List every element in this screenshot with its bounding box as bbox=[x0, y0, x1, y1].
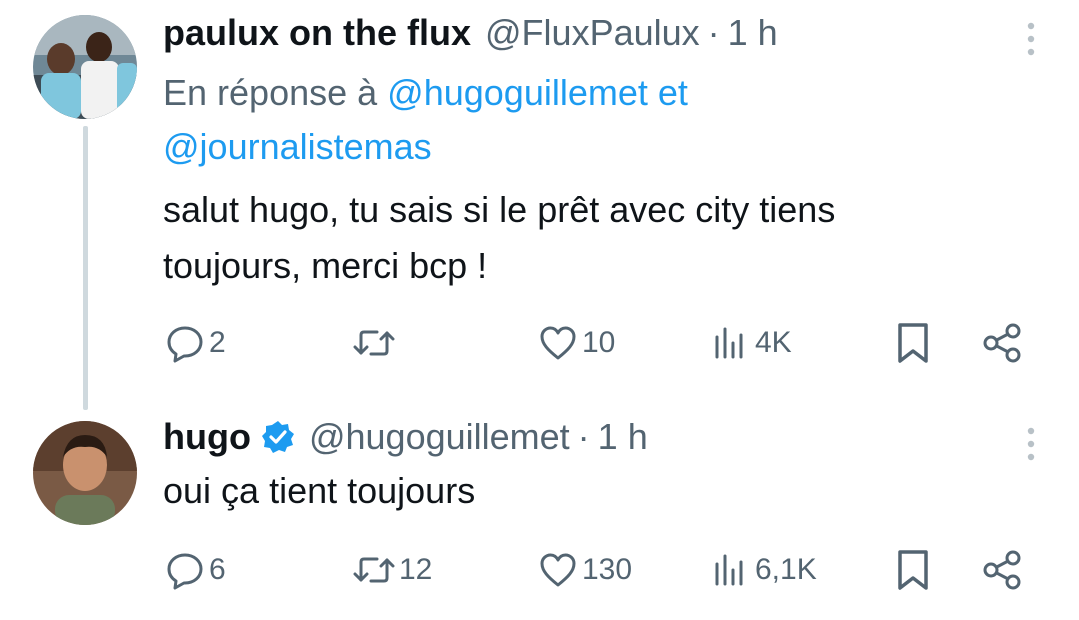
mention-link[interactable]: @hugoguillemet bbox=[387, 72, 648, 113]
reply-joiner[interactable]: et bbox=[658, 72, 688, 113]
tweet-hugo[interactable]: hugo @hugoguillemet · 1 h oui ça tient t… bbox=[0, 405, 1079, 620]
reply-button[interactable]: 6 bbox=[165, 545, 226, 595]
mention-link[interactable]: @journalistemas bbox=[163, 126, 432, 167]
reply-button[interactable]: 2 bbox=[165, 318, 226, 368]
tweet-text-line: oui ça tient toujours bbox=[163, 470, 476, 511]
timestamp[interactable]: 1 h bbox=[728, 11, 778, 55]
timestamp[interactable]: 1 h bbox=[598, 415, 648, 459]
vertical-ellipsis-icon[interactable] bbox=[1027, 22, 1035, 56]
avatar-photo-icon bbox=[33, 421, 137, 525]
action-bar: 2 10 4K bbox=[163, 318, 1033, 368]
avatar[interactable] bbox=[33, 15, 137, 119]
like-count: 10 bbox=[582, 326, 616, 359]
speech-bubble-icon bbox=[167, 326, 203, 363]
reply-prefix: En réponse à bbox=[163, 72, 378, 113]
bookmark-button[interactable] bbox=[893, 318, 933, 368]
avatar-photo-icon bbox=[33, 15, 137, 119]
share-button[interactable] bbox=[981, 545, 1023, 595]
retweet-button[interactable]: 12 bbox=[353, 545, 432, 595]
speech-bubble-icon bbox=[167, 553, 203, 590]
tweet-paulux[interactable]: paulux on the flux @FluxPaulux · 1 h En … bbox=[0, 0, 1079, 410]
vertical-ellipsis-icon[interactable] bbox=[1027, 427, 1035, 461]
retweet-arrows-icon bbox=[353, 557, 395, 583]
share-nodes-icon bbox=[983, 550, 1021, 590]
retweet-count: 12 bbox=[399, 553, 433, 586]
bookmark-icon bbox=[898, 550, 928, 590]
like-count: 130 bbox=[582, 553, 633, 586]
share-nodes-icon bbox=[983, 323, 1021, 363]
display-name[interactable]: hugo bbox=[163, 415, 251, 459]
views-button[interactable]: 4K bbox=[711, 318, 792, 368]
views-count: 6,1K bbox=[755, 553, 817, 586]
views-button[interactable]: 6,1K bbox=[711, 545, 817, 595]
like-button[interactable]: 10 bbox=[538, 318, 615, 368]
thread-line bbox=[83, 126, 88, 410]
user-handle[interactable]: @FluxPaulux bbox=[485, 11, 700, 55]
display-name[interactable]: paulux on the flux bbox=[163, 11, 471, 55]
retweet-button[interactable] bbox=[353, 318, 399, 368]
separator-dot: · bbox=[707, 12, 720, 53]
user-handle[interactable]: @hugoguillemet bbox=[309, 415, 570, 459]
heart-icon bbox=[540, 553, 576, 587]
heart-icon bbox=[540, 326, 576, 360]
bar-chart-icon bbox=[715, 327, 743, 359]
tweet-text-line: toujours, merci bcp ! bbox=[163, 245, 488, 286]
action-bar: 6 12 130 6,1K bbox=[163, 545, 1033, 595]
separator-dot: · bbox=[577, 416, 590, 457]
tweet-text-line: salut hugo, tu sais si le prêt avec city… bbox=[163, 189, 836, 230]
tweet-header: paulux on the flux @FluxPaulux · 1 h bbox=[163, 11, 778, 55]
share-button[interactable] bbox=[981, 318, 1023, 368]
tweet-text: salut hugo, tu sais si le prêt avec city… bbox=[163, 182, 1023, 294]
like-button[interactable]: 130 bbox=[538, 545, 632, 595]
tweet-header: hugo @hugoguillemet · 1 h bbox=[163, 415, 648, 459]
reply-count: 6 bbox=[209, 553, 226, 586]
bookmark-button[interactable] bbox=[893, 545, 933, 595]
retweet-arrows-icon bbox=[353, 330, 395, 356]
reply-context: En réponse à @hugoguillemet et @journali… bbox=[163, 66, 863, 174]
tweet-text: oui ça tient toujours bbox=[163, 463, 1023, 519]
bookmark-icon bbox=[898, 323, 928, 363]
avatar[interactable] bbox=[33, 421, 137, 525]
bar-chart-icon bbox=[715, 554, 743, 586]
verified-badge-icon[interactable] bbox=[261, 420, 295, 454]
views-count: 4K bbox=[755, 326, 792, 359]
reply-count: 2 bbox=[209, 326, 226, 359]
